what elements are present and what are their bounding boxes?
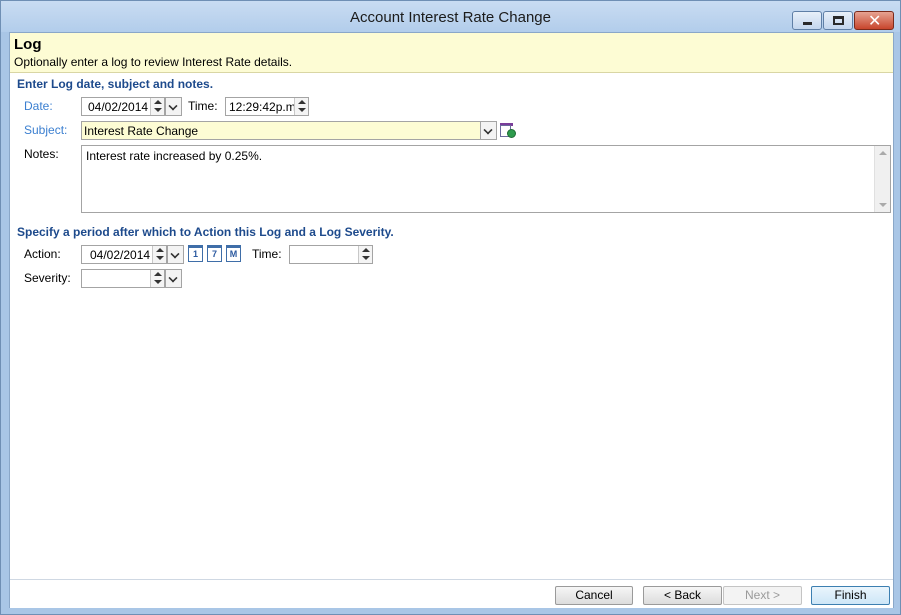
log-section-heading: Enter Log date, subject and notes. — [17, 77, 214, 91]
next-button[interactable]: Next > — [723, 586, 802, 605]
chevron-down-icon — [483, 125, 493, 135]
action-date-spinner[interactable] — [152, 246, 166, 263]
severity-dropdown-button[interactable] — [165, 269, 182, 288]
cancel-button[interactable]: Cancel — [555, 586, 633, 605]
maximize-button[interactable] — [823, 11, 853, 30]
subject-lookup-icon[interactable] — [500, 123, 516, 139]
action-date-field[interactable]: 04/02/2014 — [81, 245, 167, 264]
date-label: Date: — [24, 99, 53, 113]
severity-spinner[interactable] — [150, 270, 164, 287]
subject-value: Interest Rate Change — [84, 124, 199, 138]
chevron-down-icon — [168, 101, 178, 111]
notes-scrollbar[interactable] — [874, 146, 890, 212]
calendar-icon-7-days[interactable]: 7 — [207, 245, 222, 262]
calendar-icon-1-day[interactable]: 1 — [188, 245, 203, 262]
calendar-icon-month[interactable]: M — [226, 245, 241, 262]
log-date-spinner[interactable] — [150, 98, 164, 115]
log-date-value: 04/02/2014 — [88, 100, 149, 114]
log-time-value: 12:29:42p.m — [229, 100, 296, 114]
log-time-field[interactable]: 12:29:42p.m — [225, 97, 309, 116]
chevron-down-icon — [170, 249, 180, 259]
action-time-label: Time: — [252, 247, 282, 261]
subject-combo[interactable]: Interest Rate Change — [81, 121, 481, 140]
wizard-body: Log Optionally enter a log to review Int… — [9, 32, 894, 608]
maximize-icon — [833, 16, 844, 25]
back-button[interactable]: < Back — [643, 586, 722, 605]
notes-value: Interest rate increased by 0.25%. — [86, 149, 263, 163]
time-label: Time: — [188, 99, 218, 113]
wizard-footer: Cancel < Back Next > Finish — [10, 579, 893, 608]
wizard-header: Log Optionally enter a log to review Int… — [10, 33, 893, 73]
page-subtitle: Optionally enter a log to review Interes… — [14, 55, 293, 69]
page-title: Log — [14, 36, 42, 53]
action-time-spinner[interactable] — [358, 246, 372, 263]
action-date-value: 04/02/2014 — [90, 248, 151, 262]
action-label: Action: — [24, 247, 61, 261]
severity-field[interactable] — [81, 269, 165, 288]
notes-label: Notes: — [24, 147, 59, 161]
action-time-field[interactable] — [289, 245, 373, 264]
title-bar: Account Interest Rate Change ✕ — [1, 1, 900, 32]
notes-textarea[interactable]: Interest rate increased by 0.25%. — [81, 145, 891, 213]
action-section-heading: Specify a period after which to Action t… — [17, 225, 394, 239]
finish-button[interactable]: Finish — [811, 586, 890, 605]
wizard-window: Account Interest Rate Change ✕ Log Optio… — [0, 0, 901, 615]
minimize-button[interactable] — [792, 11, 822, 30]
close-icon: ✕ — [868, 11, 882, 30]
log-date-dropdown-button[interactable] — [165, 97, 182, 116]
action-date-dropdown-button[interactable] — [167, 245, 184, 264]
subject-label: Subject: — [24, 123, 68, 137]
log-date-field[interactable]: 04/02/2014 — [81, 97, 165, 116]
log-time-spinner[interactable] — [294, 98, 308, 115]
subject-dropdown-button[interactable] — [480, 121, 497, 140]
minimize-icon — [803, 22, 812, 25]
window-title: Account Interest Rate Change — [350, 9, 551, 26]
close-button[interactable]: ✕ — [854, 11, 894, 30]
severity-label: Severity: — [24, 271, 71, 285]
chevron-down-icon — [168, 273, 178, 283]
